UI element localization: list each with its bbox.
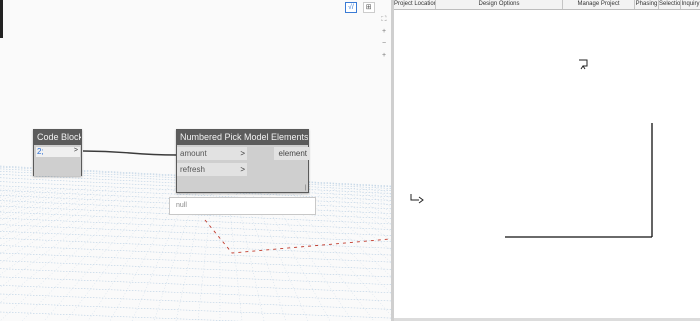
dynamo-canvas[interactable]: √/ ⊞ ⛶ + − + Code Block 2; > Numbered Pi… — [0, 0, 391, 321]
code-block-body: 2; > — [34, 145, 81, 176]
pan-icon[interactable]: + — [379, 52, 389, 60]
input-port-refresh[interactable]: refresh > — [177, 163, 247, 176]
view-toggle[interactable]: √/ ⊞ — [345, 2, 375, 13]
ribbon-label-phasing[interactable]: Phasing — [635, 0, 659, 9]
code-block-node[interactable]: Code Block 2; > — [33, 129, 82, 176]
pick-node-title[interactable]: Numbered Pick Model Elements — [177, 130, 308, 145]
code-block-title[interactable]: Code Block — [34, 130, 81, 145]
port-label-amount: amount — [180, 149, 207, 158]
port-label-refresh: refresh — [180, 165, 205, 174]
resize-grip-icon[interactable]: | — [304, 185, 306, 191]
geometry-view-toggle[interactable]: ⊞ — [362, 2, 375, 13]
zoom-out-icon[interactable]: − — [379, 40, 389, 48]
input-port-amount[interactable]: amount > — [177, 147, 247, 160]
ribbon-label-design-options[interactable]: Design Options — [436, 0, 563, 9]
chevron-right-icon: > — [240, 165, 245, 174]
numbered-pick-node[interactable]: Numbered Pick Model Elements amount > re… — [176, 129, 309, 193]
revit-window: Project Location Design Options Manage P… — [394, 0, 700, 321]
zoom-controls: ⛶ + − + — [379, 16, 389, 60]
output-port-element[interactable]: element — [274, 147, 309, 160]
view-marker-icon[interactable] — [410, 194, 424, 204]
pick-node-body: amount > refresh > element | — [177, 145, 309, 192]
side-panel-edge — [0, 0, 3, 38]
elevation-marker-icon[interactable] — [579, 59, 588, 70]
graph-view-toggle[interactable]: √/ — [345, 2, 357, 13]
ribbon-label-project-location[interactable]: Project Location — [394, 0, 436, 9]
connector-wire[interactable] — [82, 150, 178, 156]
zoom-in-icon[interactable]: + — [379, 28, 389, 36]
chevron-right-icon: > — [240, 149, 245, 158]
revit-drawing-area[interactable] — [394, 11, 700, 321]
zoom-to-fit-icon[interactable]: ⛶ — [379, 16, 389, 24]
ribbon-label-selection[interactable]: Selection — [659, 0, 681, 9]
node-preview-bubble[interactable]: null — [169, 197, 316, 215]
ribbon-label-inquiry[interactable]: Inquiry — [681, 0, 700, 9]
room-outline — [505, 123, 653, 238]
code-block-output-port[interactable]: > — [74, 147, 78, 154]
ribbon-panel-labels: Project Location Design Options Manage P… — [394, 0, 700, 10]
ribbon-label-manage-project[interactable]: Manage Project — [563, 0, 635, 9]
